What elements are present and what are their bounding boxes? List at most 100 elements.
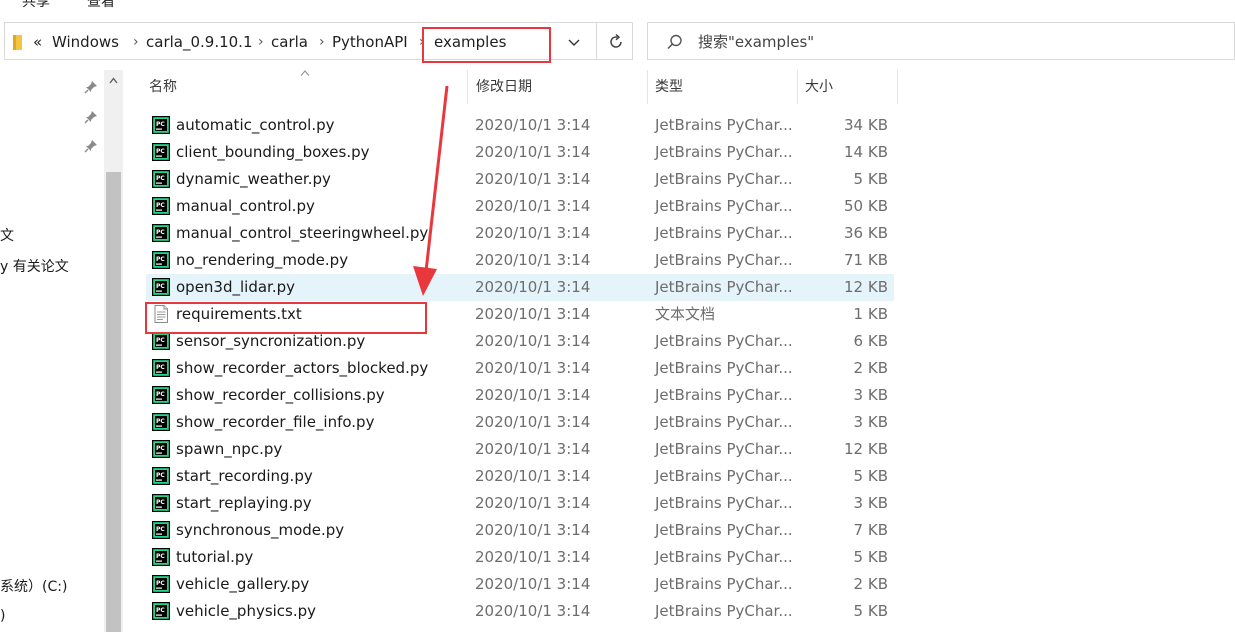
file-size: 3 KB [853, 386, 888, 404]
svg-text:PC: PC [156, 202, 165, 209]
file-name: start_recording.py [176, 467, 313, 485]
nav-item-system-drive[interactable]: 系统）(C:) [0, 578, 67, 596]
nav-item-papers[interactable]: 文 [0, 227, 14, 245]
column-header-type[interactable]: 类型 [648, 70, 798, 104]
breadcrumb-separator[interactable]: › [419, 32, 425, 52]
file-type: JetBrains PyChar... [655, 575, 793, 593]
file-row[interactable]: PC tutorial.py 2020/10/1 3:14 JetBrains PyC… [146, 544, 894, 571]
file-size: 2 KB [853, 575, 888, 593]
navigation-pane: 文 y 有关论文 系统）(C:) ) [0, 70, 104, 632]
file-name: automatic_control.py [176, 116, 335, 134]
breadcrumb-separator[interactable]: › [258, 32, 264, 52]
column-header-type-label: 类型 [655, 79, 683, 95]
file-name: no_rendering_mode.py [176, 251, 349, 269]
file-name: tutorial.py [176, 548, 254, 566]
file-date: 2020/10/1 3:14 [475, 251, 591, 269]
file-name: dynamic_weather.py [176, 170, 331, 188]
file-row[interactable]: PC show_recorder_actors_blocked.py 2020/10… [146, 355, 894, 382]
svg-text:PC: PC [156, 391, 165, 398]
pin-icon[interactable] [84, 139, 98, 153]
file-size: 5 KB [853, 602, 888, 620]
nav-item-drive[interactable]: ) [0, 607, 5, 625]
file-date: 2020/10/1 3:14 [475, 575, 591, 593]
file-name: requirements.txt [176, 305, 302, 323]
file-row[interactable]: PC no_rendering_mode.py 2020/10/1 3:14 JetB… [146, 247, 894, 274]
file-type: JetBrains PyChar... [655, 386, 793, 404]
pycharm-file-icon: PC [152, 359, 170, 377]
column-header-date[interactable]: 修改日期 [468, 70, 648, 104]
file-size: 34 KB [844, 116, 888, 134]
pycharm-file-icon: PC [152, 413, 170, 431]
file-size: 5 KB [853, 467, 888, 485]
breadcrumb-carla[interactable]: carla [271, 32, 308, 52]
breadcrumb-separator[interactable]: › [319, 32, 325, 52]
file-type: JetBrains PyChar... [655, 116, 793, 134]
file-type: JetBrains PyChar... [655, 494, 793, 512]
pycharm-file-icon: PC [152, 575, 170, 593]
file-row[interactable]: PC open3d_lidar.py 2020/10/1 3:14 JetBrains… [146, 274, 894, 301]
address-bar[interactable]: « Windows › carla_0.9.10.1 › carla › Pyt… [4, 22, 633, 60]
breadcrumb-windows[interactable]: Windows [52, 32, 119, 52]
breadcrumb-carla-version[interactable]: carla_0.9.10.1 [146, 32, 253, 52]
refresh-icon[interactable] [606, 32, 626, 52]
breadcrumb-examples[interactable]: examples [434, 32, 506, 52]
file-row[interactable]: requirements.txt 2020/10/1 3:14 文本文档 1 KB [146, 301, 894, 328]
pycharm-file-icon: PC [152, 386, 170, 404]
file-type: JetBrains PyChar... [655, 251, 793, 269]
file-row[interactable]: PC manual_control_steeringwheel.py 2020/10… [146, 220, 894, 247]
file-date: 2020/10/1 3:14 [475, 548, 591, 566]
file-size: 50 KB [844, 197, 888, 215]
file-row[interactable]: PC start_recording.py 2020/10/1 3:14 JetBra… [146, 463, 894, 490]
pin-icon[interactable] [84, 80, 98, 94]
svg-text:PC: PC [156, 121, 165, 128]
column-header-date-label: 修改日期 [476, 79, 532, 95]
folder-icon [13, 35, 22, 50]
column-header-size[interactable]: 大小 [798, 70, 898, 104]
search-box[interactable]: 搜索"examples" [647, 22, 1235, 60]
nav-item-related-papers[interactable]: y 有关论文 [0, 258, 69, 276]
file-row[interactable]: PC synchronous_mode.py 2020/10/1 3:14 JetBr… [146, 517, 894, 544]
file-name: show_recorder_actors_blocked.py [176, 359, 429, 377]
file-size: 14 KB [844, 143, 888, 161]
file-name: synchronous_mode.py [176, 521, 345, 539]
file-row[interactable]: PC sensor_syncronization.py 2020/10/1 3:14… [146, 328, 894, 355]
svg-text:PC: PC [156, 256, 165, 263]
search-icon [667, 34, 682, 50]
svg-text:PC: PC [156, 283, 165, 290]
breadcrumb-pythonapi[interactable]: PythonAPI [332, 32, 408, 52]
pycharm-file-icon: PC [152, 494, 170, 512]
breadcrumb-overflow[interactable]: « [33, 32, 42, 52]
file-row[interactable]: PC start_replaying.py 2020/10/1 3:14 JetBra… [146, 490, 894, 517]
file-date: 2020/10/1 3:14 [475, 440, 591, 458]
file-row[interactable]: PC show_recorder_collisions.py 2020/10/1 3… [146, 382, 894, 409]
file-row[interactable]: PC automatic_control.py 2020/10/1 3:14 JetB… [146, 112, 894, 139]
pycharm-file-icon: PC [152, 251, 170, 269]
file-row[interactable]: PC vehicle_gallery.py 2020/10/1 3:14 JetBra… [146, 571, 894, 598]
ribbon-tab-share[interactable]: 共享 [22, 0, 50, 11]
breadcrumb-separator[interactable]: › [133, 32, 139, 52]
svg-text:PC: PC [156, 229, 165, 236]
svg-text:PC: PC [156, 526, 165, 533]
file-row[interactable]: PC dynamic_weather.py 2020/10/1 3:14 JetBra… [146, 166, 894, 193]
svg-text:PC: PC [156, 418, 165, 425]
file-date: 2020/10/1 3:14 [475, 602, 591, 620]
file-row[interactable]: PC client_bounding_boxes.py 2020/10/1 3:14… [146, 139, 894, 166]
svg-text:PC: PC [156, 445, 165, 452]
scrollbar-thumb[interactable] [106, 172, 121, 632]
file-type: 文本文档 [655, 305, 716, 323]
file-size: 2 KB [853, 359, 888, 377]
file-row[interactable]: PC manual_control.py 2020/10/1 3:14 JetBrai… [146, 193, 894, 220]
file-row[interactable]: PC vehicle_physics.py 2020/10/1 3:14 JetBra… [146, 598, 894, 625]
pin-icon[interactable] [84, 110, 98, 124]
chevron-down-icon[interactable] [566, 34, 582, 50]
file-name: manual_control_steeringwheel.py [176, 224, 429, 242]
column-header-name[interactable]: 名称 [123, 70, 468, 104]
ribbon-tab-view[interactable]: 查看 [87, 0, 115, 11]
file-name: start_replaying.py [176, 494, 312, 512]
file-type: JetBrains PyChar... [655, 224, 793, 242]
navigation-scrollbar[interactable] [104, 70, 123, 632]
scroll-up-icon[interactable] [109, 77, 118, 84]
file-row[interactable]: PC spawn_npc.py 2020/10/1 3:14 JetBrains Py… [146, 436, 894, 463]
text-file-icon [152, 305, 170, 323]
file-row[interactable]: PC show_recorder_file_info.py 2020/10/1 3:… [146, 409, 894, 436]
